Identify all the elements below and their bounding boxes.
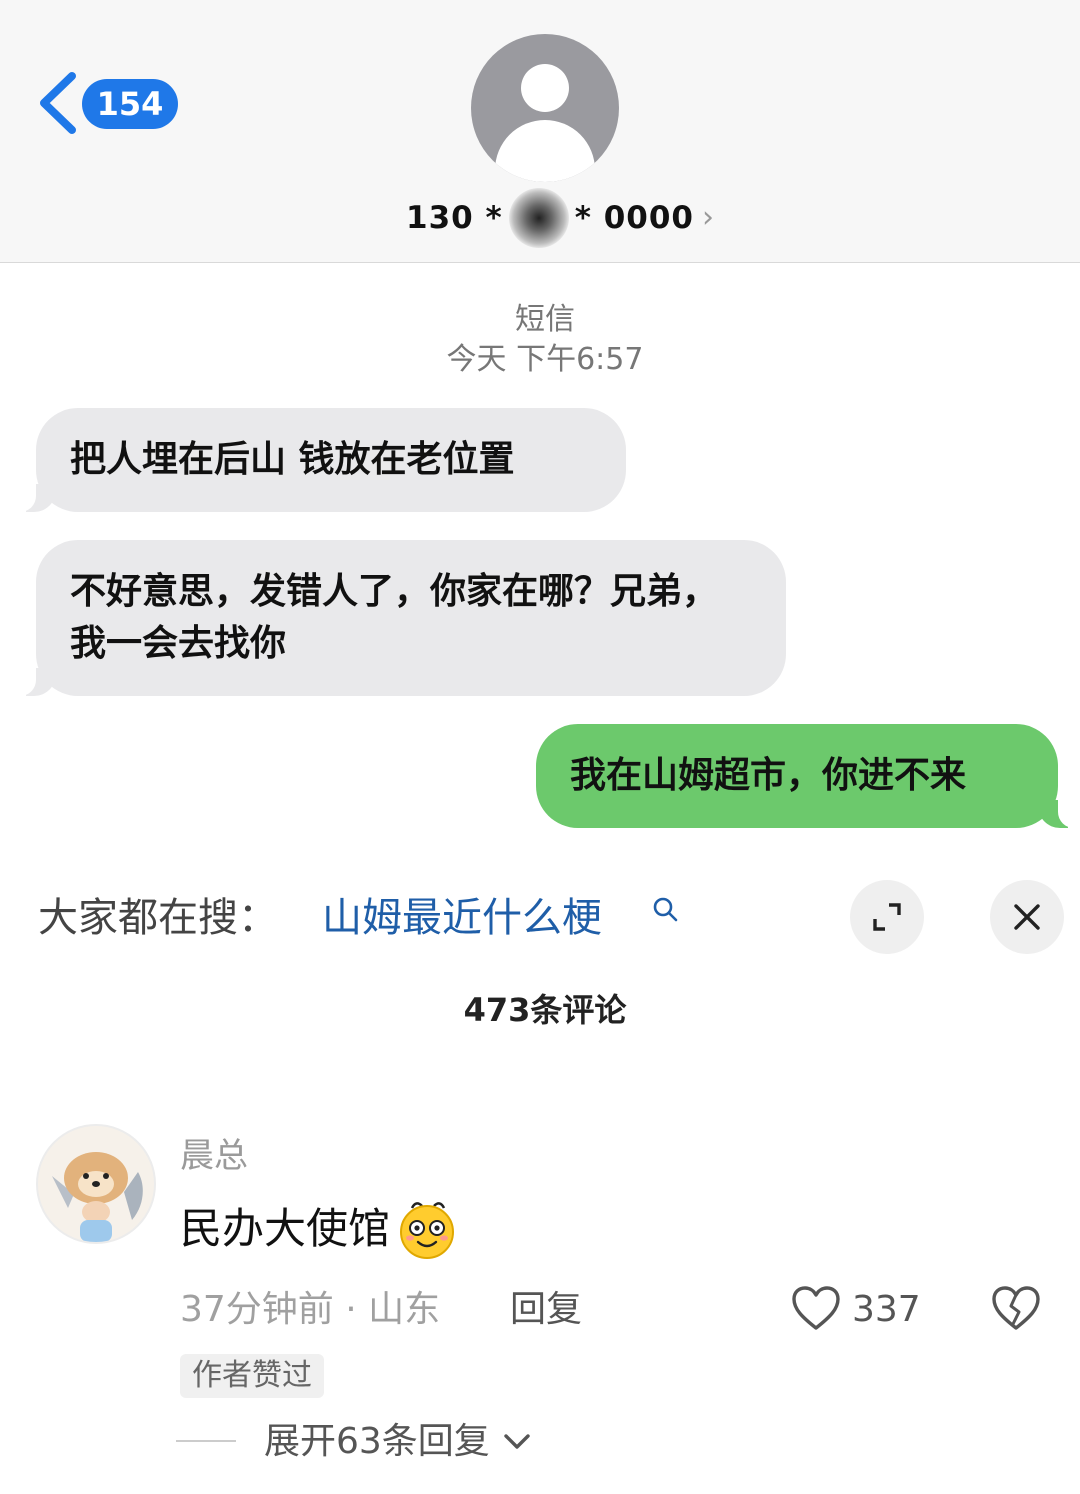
message-timestamp: 今天 下午6:57 [446,342,644,377]
chevron-down-icon [504,1434,530,1449]
expand-button[interactable] [850,880,924,954]
search-suggestion-prefix: 大家都在搜： [38,895,278,941]
cartoon-dog-avatar-icon [38,1126,154,1242]
chevron-right-icon: › [702,200,716,235]
contact-number-suffix: * 0000 [574,200,695,236]
avatar-body-shape [495,120,595,182]
comment-username[interactable]: 晨总 [180,1132,248,1180]
back-chevron-icon[interactable] [36,70,80,136]
comment-text: 民办大使馆 [180,1196,460,1262]
message-type-label: 短信 [515,302,575,337]
message-text: 不好意思，发错人了，你家在哪？兄弟，我一会去找你 [70,571,719,664]
expand-replies-button[interactable]: 展开63条回复 [264,1416,532,1468]
comment-count: 473条评论 [463,991,627,1029]
contact-number[interactable]: 130 * * 0000 › [406,188,716,248]
expand-replies-label: 展开63条回复 [264,1421,490,1462]
incoming-message-bubble[interactable]: 不好意思，发错人了，你家在哪？兄弟，我一会去找你 [14,540,786,696]
comment-time-location: 37分钟前 · 山东 [180,1289,441,1330]
message-text: 把人埋在后山 钱放在老位置 [70,439,515,480]
sms-header: 154 130 * * 0000 › [0,0,1080,263]
message-text: 我在山姆超市，你进不来 [570,755,967,796]
redaction-blur [508,188,569,248]
close-icon [1014,904,1040,930]
replies-divider [176,1440,236,1442]
outgoing-message-bubble[interactable]: 我在山姆超市，你进不来 [536,724,1080,828]
smile-emoji-icon [400,1202,455,1259]
heart-like-icon[interactable] [790,1284,842,1334]
avatar[interactable] [36,1124,156,1244]
incoming-message-bubble[interactable]: 把人埋在后山 钱放在老位置 [14,408,626,512]
like-count: 337 [852,1289,921,1330]
search-suggestion-link[interactable]: 山姆最近什么梗 [322,890,602,946]
close-button[interactable] [990,880,1064,954]
expand-icon [873,903,901,931]
author-liked-badge: 作者赞过 [180,1354,324,1398]
broken-heart-dislike-icon[interactable] [990,1284,1042,1334]
contact-avatar[interactable] [471,34,619,182]
avatar-head-shape [521,64,569,112]
unread-count-badge[interactable]: 154 [82,79,178,129]
search-icon[interactable] [652,896,678,922]
contact-number-prefix: 130 * [406,200,503,236]
reply-button[interactable]: 回复 [510,1284,582,1336]
comment-body: 民办大使馆 [180,1204,391,1253]
